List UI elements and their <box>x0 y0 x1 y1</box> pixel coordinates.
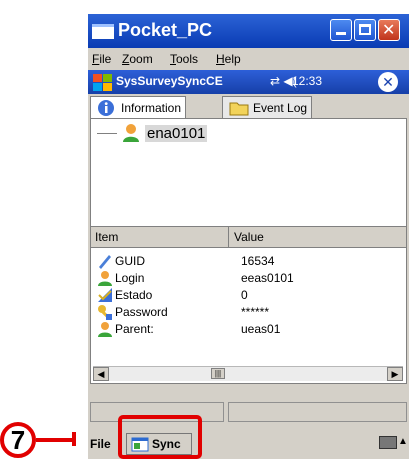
annotation-highlight-box <box>118 415 202 459</box>
tab-information-label: Information <box>121 101 182 115</box>
window-title: Pocket_PC <box>118 20 213 40</box>
list-row-guid[interactable]: GUID 16534 <box>91 253 406 269</box>
folder-icon <box>229 99 249 120</box>
row-key: GUID <box>115 254 145 268</box>
horizontal-scrollbar[interactable]: ◀ ||| ▶ <box>93 366 403 381</box>
file-menu-button[interactable]: File <box>90 437 111 451</box>
scroll-left-button[interactable]: ◀ <box>93 367 109 381</box>
row-value: eeas0101 <box>241 271 294 285</box>
tree-node[interactable]: ena0101 <box>145 125 208 142</box>
close-app-icon[interactable]: ✕ <box>378 72 398 92</box>
list-row-password[interactable]: Password ****** <box>91 304 406 320</box>
annotation-step-marker: 7 <box>0 422 36 458</box>
window-icon <box>92 24 114 39</box>
column-separator[interactable] <box>228 227 229 247</box>
row-key: Password <box>115 305 168 319</box>
menu-zoom[interactable]: Zoom <box>122 52 153 66</box>
tab-bar: Information Event Log <box>88 96 409 120</box>
menu-bar: File Zoom Tools Help <box>88 50 409 68</box>
row-key: Estado <box>115 288 153 302</box>
scroll-thumb[interactable]: ||| <box>211 368 225 379</box>
scroll-right-button[interactable]: ▶ <box>387 367 403 381</box>
header-value[interactable]: Value <box>234 230 264 244</box>
header-item[interactable]: Item <box>95 230 118 244</box>
row-value: 0 <box>241 288 248 302</box>
info-icon <box>97 99 115 120</box>
clock[interactable]: 12:33 <box>292 74 322 88</box>
list-header: Item Value <box>91 227 406 248</box>
tree-view[interactable]: ena0101 <box>90 118 407 228</box>
menu-help[interactable]: Help <box>216 52 241 66</box>
tab-event-log-label: Event Log <box>253 101 308 115</box>
sip-arrow-icon[interactable]: ▲ <box>398 436 408 447</box>
menu-file[interactable]: File <box>92 52 111 66</box>
keyboard-icon[interactable] <box>379 436 397 449</box>
status-panel-right <box>228 402 407 422</box>
menu-tools[interactable]: Tools <box>170 52 198 66</box>
row-key: Login <box>115 271 145 285</box>
row-key: Parent: <box>115 322 154 336</box>
tree-line <box>97 133 117 134</box>
windows-logo-icon[interactable] <box>92 73 112 91</box>
app-title: SysSurveySyncCE <box>116 74 223 88</box>
tab-information[interactable]: Information <box>90 96 187 120</box>
pocket-pc-window: Pocket_PC File Zoom Tools Help SysSurvey… <box>88 14 409 459</box>
maximize-icon[interactable] <box>354 19 376 41</box>
row-value: 16534 <box>241 254 275 268</box>
list-row-parent[interactable]: Parent: ueas01 <box>91 321 406 337</box>
row-value: ueas01 <box>241 322 281 336</box>
list-row-estado[interactable]: Estado 0 <box>91 287 406 303</box>
annotation-connector-end <box>72 432 76 446</box>
row-value: ****** <box>241 305 270 319</box>
details-list: Item Value GUID 16534 Login eeas0101 Est… <box>90 226 407 384</box>
minimize-icon[interactable] <box>330 19 352 41</box>
user-icon <box>121 123 143 148</box>
annotation-connector <box>36 438 72 442</box>
list-row-login[interactable]: Login eeas0101 <box>91 270 406 286</box>
device-title-bar: SysSurveySyncCE ⇄ ◀( 12:33 ✕ <box>88 70 409 94</box>
tab-event-log[interactable]: Event Log <box>222 96 313 120</box>
user-icon <box>97 321 113 340</box>
close-icon[interactable] <box>378 19 400 41</box>
title-bar: Pocket_PC <box>88 14 409 48</box>
